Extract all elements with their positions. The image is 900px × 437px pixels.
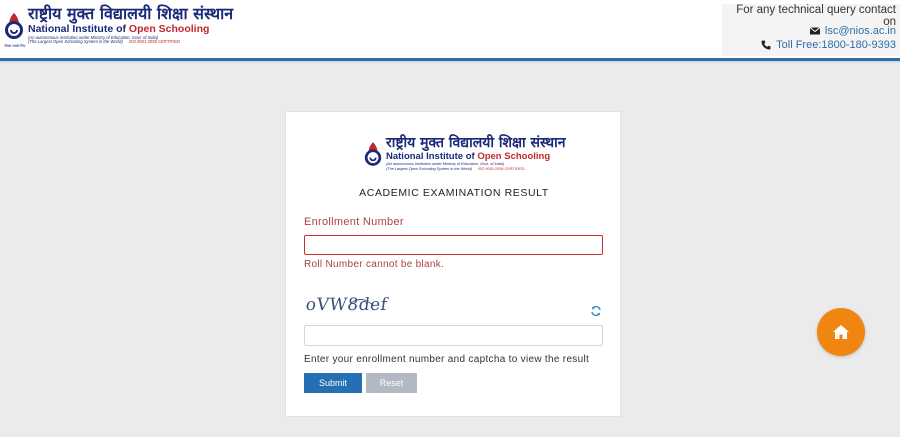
brand-certification: ISO 9001:2008 CERTIFIED — [128, 39, 181, 45]
brand-subtitle-2: (The Largest Open Schooling System in th… — [28, 39, 233, 45]
brand-name-part2: Open Schooling — [128, 23, 210, 35]
home-button[interactable] — [817, 308, 865, 356]
brand-english-name: National Institute of Open Schooling — [28, 23, 233, 36]
enrollment-label: Enrollment Number — [304, 216, 404, 228]
phone-icon — [761, 40, 771, 50]
card-brand-name-part2: Open Schooling — [477, 151, 551, 162]
form-title: ACADEMIC EXAMINATION RESULT — [359, 187, 549, 199]
captcha-image: oVW8def — [306, 295, 390, 315]
contact-phone[interactable]: Toll Free:1800-180-9393 — [776, 39, 896, 51]
nios-emblem-icon — [364, 142, 382, 166]
brand-subtitle-2-text: (The Largest Open Schooling System in th… — [28, 39, 123, 45]
card-nios-logo: राष्ट्रीय मुक्त विद्यालयी शिक्षा संस्थान… — [363, 136, 566, 171]
card-brand-english-name: National Institute of Open Schooling — [386, 151, 566, 162]
result-form-card: राष्ट्रीय मुक्त विद्यालयी शिक्षा संस्थान… — [285, 111, 621, 417]
reset-button[interactable]: Reset — [366, 373, 417, 393]
contact-phone-line[interactable]: Toll Free:1800-180-9393 — [722, 38, 896, 52]
enrollment-error: Roll Number cannot be blank. — [304, 259, 445, 270]
card-brand-name-part1: National Institute of — [386, 151, 478, 162]
home-icon — [833, 325, 849, 339]
card-brand-subtitle-2-text: (The Largest Open Schooling System in th… — [386, 166, 472, 171]
contact-email-link[interactable]: lsc@nios.ac.in — [825, 25, 896, 37]
card-brand-hindi-name: राष्ट्रीय मुक्त विद्यालयी शिक्षा संस्थान — [386, 135, 566, 151]
captcha-input[interactable] — [304, 325, 603, 346]
form-hint: Enter your enrollment number and captcha… — [304, 354, 590, 365]
contact-info: For any technical query contact on lsc@n… — [722, 4, 900, 56]
enrollment-input[interactable] — [304, 235, 603, 255]
submit-button[interactable]: Submit — [304, 373, 362, 393]
nios-logo[interactable]: शिक्षा सबके लिए राष्ट्रीय मुक्त विद्यालय… — [3, 4, 234, 49]
site-header: शिक्षा सबके लिए राष्ट्रीय मुक्त विद्यालय… — [0, 0, 900, 61]
brand-name-part1: National Institute of — [28, 23, 129, 35]
envelope-icon — [809, 27, 820, 35]
refresh-icon[interactable] — [590, 305, 602, 317]
emblem-motto: शिक्षा सबके लिए — [4, 44, 26, 48]
contact-heading-line: For any technical query contact on — [722, 4, 896, 28]
card-brand-certification: ISO 9001:2008 CERTIFIED — [477, 166, 525, 171]
nios-emblem-icon — [5, 13, 23, 39]
captcha-text: oVW8def — [306, 295, 390, 315]
brand-hindi-name: राष्ट्रीय मुक्त विद्यालयी शिक्षा संस्थान — [28, 4, 234, 23]
card-brand-subtitle-2: (The Largest Open Schooling System in th… — [386, 167, 566, 171]
